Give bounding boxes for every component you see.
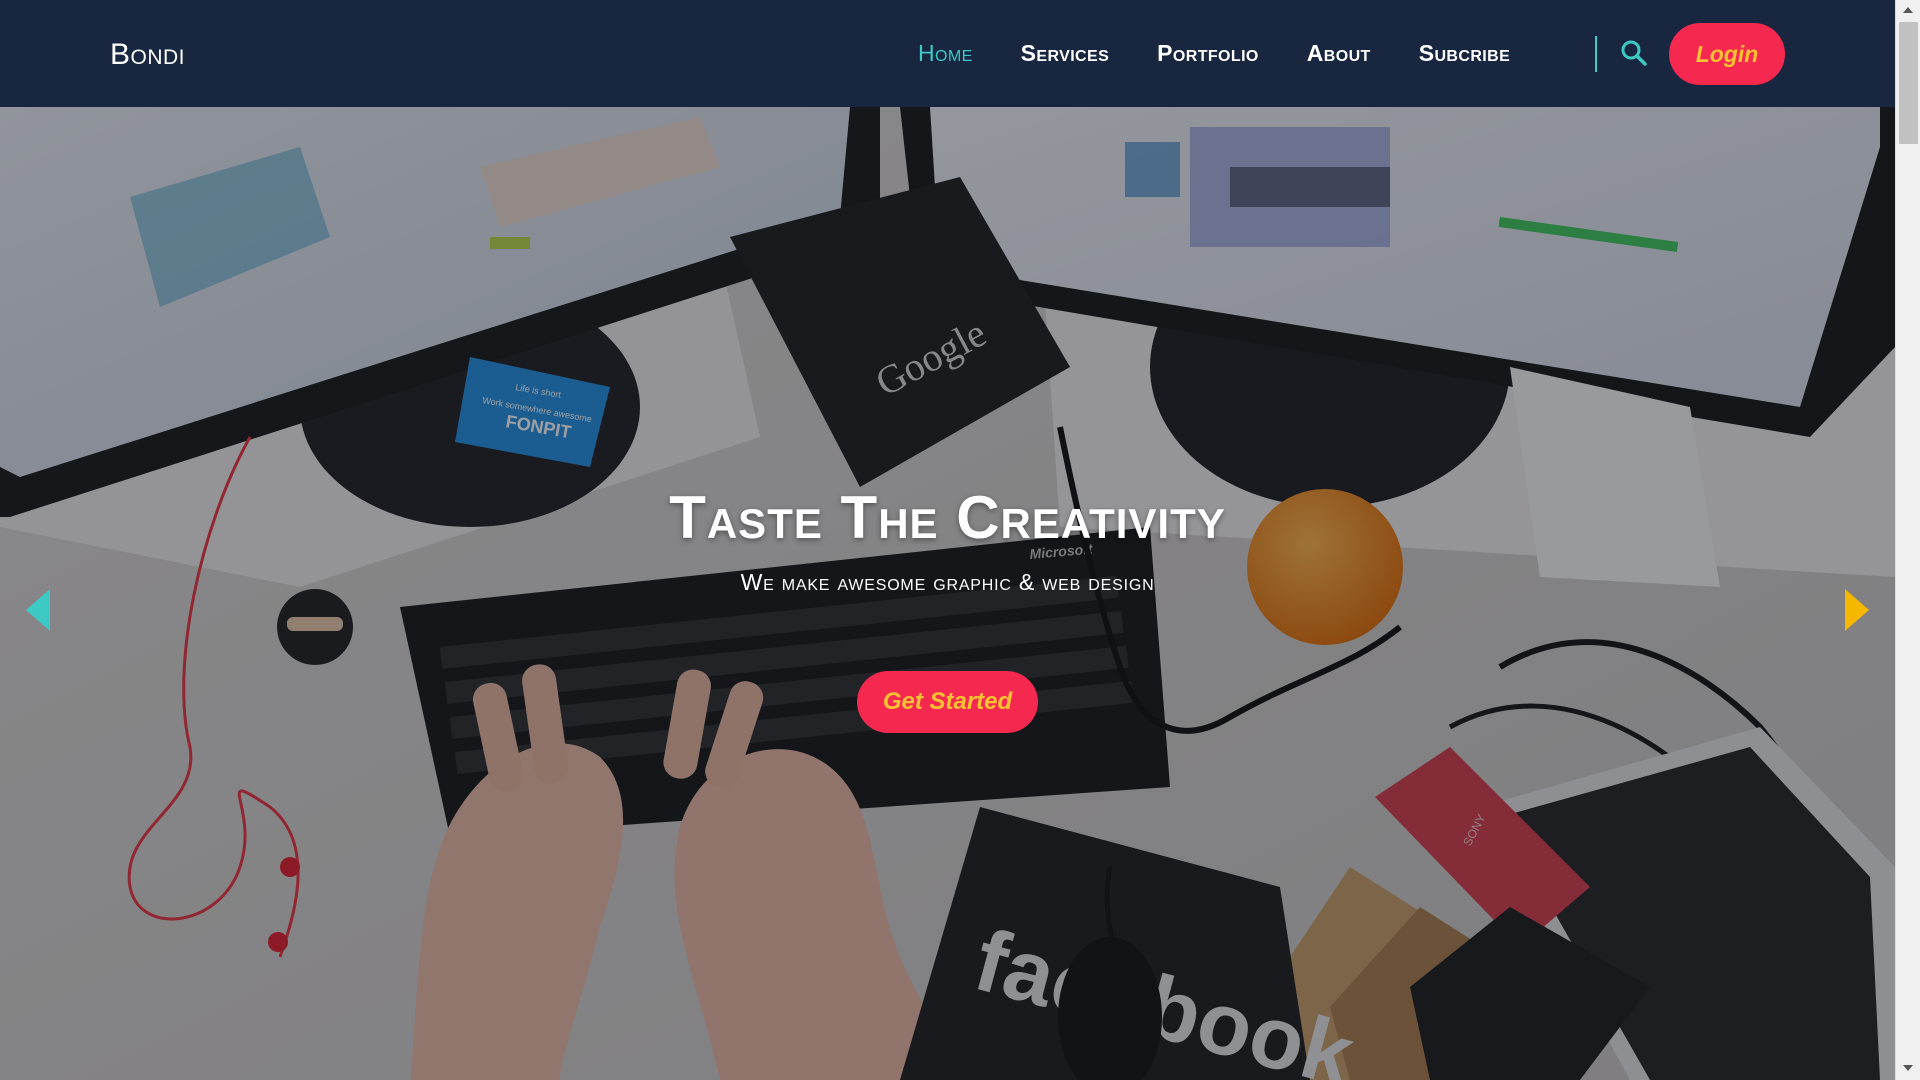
hero-title: Taste The Creativity xyxy=(669,484,1226,551)
nav-divider xyxy=(1595,36,1597,72)
scrollbar-thumb[interactable] xyxy=(1899,22,1918,144)
nav-link-about[interactable]: About xyxy=(1307,40,1371,67)
search-icon[interactable] xyxy=(1620,39,1648,67)
nav-link-home[interactable]: Home xyxy=(918,40,973,67)
nav-links: Home Services Portfolio About Subcribe xyxy=(918,40,1558,67)
caret-right-icon[interactable] xyxy=(1843,585,1873,635)
hero-carousel: Google FONPIT Life is short Work somewhe… xyxy=(0,107,1895,1080)
caret-left-icon[interactable] xyxy=(22,585,52,635)
scroll-down-arrow-icon[interactable] xyxy=(1902,1064,1914,1072)
nav-link-services[interactable]: Services xyxy=(1021,40,1110,67)
navbar: Bondi Home Services Portfolio About Subc… xyxy=(0,0,1895,107)
nav-link-subscribe[interactable]: Subcribe xyxy=(1419,40,1510,67)
login-button[interactable]: Login xyxy=(1669,23,1785,85)
brand-logo[interactable]: Bondi xyxy=(110,38,185,72)
nav-link-portfolio[interactable]: Portfolio xyxy=(1157,40,1259,67)
hero-subtitle: We make awesome graphic & web design xyxy=(740,569,1155,595)
scroll-up-arrow-icon[interactable] xyxy=(1902,6,1914,14)
page-scrollbar[interactable] xyxy=(1895,0,1920,1080)
get-started-button[interactable]: Get Started xyxy=(857,671,1038,733)
